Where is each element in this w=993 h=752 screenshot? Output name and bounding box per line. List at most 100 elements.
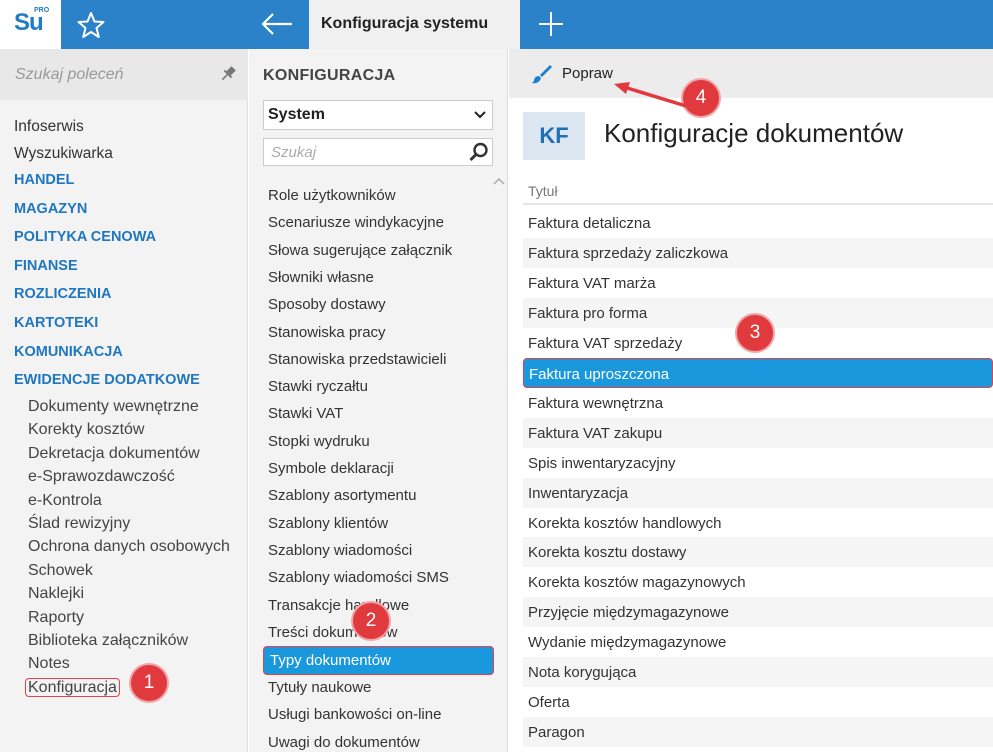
list-item[interactable]: Słowniki własne — [268, 269, 374, 286]
sidebar-item-finanse[interactable]: FINANSE — [14, 258, 78, 274]
sidebar-item-polityka-cenowa[interactable]: POLITYKA CENOWA — [14, 229, 156, 245]
star-icon[interactable] — [76, 10, 106, 40]
app-logo[interactable]: Su PRO — [0, 0, 61, 49]
table-row-selected[interactable]: Faktura uproszczona — [523, 358, 993, 388]
toolbar: Popraw — [509, 49, 993, 98]
table-row[interactable]: Faktura detaliczna — [523, 208, 993, 238]
avatar: KF — [523, 112, 585, 160]
table-row[interactable]: Oferta — [523, 687, 993, 717]
list-item[interactable]: Stopki wydruku — [268, 433, 370, 450]
table-row[interactable]: Faktura VAT marża — [523, 268, 993, 298]
sidebar-item-kartoteki[interactable]: KARTOTEKI — [14, 315, 98, 331]
sidebar-item-wyszukiwarka[interactable]: Wyszukiwarka — [14, 145, 113, 163]
sidebar-item-ewidencje-dodatkowe[interactable]: EWIDENCJE DODATKOWE — [14, 372, 200, 388]
table-row[interactable]: Paragon — [523, 717, 993, 747]
sidebar-subitem[interactable]: Biblioteka załączników — [28, 632, 188, 650]
sidebar-item-magazyn[interactable]: MAGAZYN — [14, 201, 87, 217]
sidebar-subitem[interactable]: Ślad rewizyjny — [28, 515, 130, 533]
search-placeholder: Szukaj — [271, 144, 317, 161]
step-badge-1: 1 — [131, 665, 167, 701]
config-category-select[interactable]: System — [263, 100, 493, 130]
table-row[interactable]: Nota korygująca — [523, 657, 993, 687]
table-cell-tytul: Spis inwentaryzacyjny — [528, 455, 676, 472]
table-row[interactable]: Korekta kosztów handlowych — [523, 508, 993, 538]
page-title: Konfiguracje dokumentów — [604, 118, 904, 148]
brush-icon[interactable] — [531, 63, 553, 85]
list-item[interactable]: Tytuły naukowe — [268, 679, 371, 696]
table-cell-tytul: Nota korygująca — [528, 664, 637, 681]
sidebar-subitem[interactable]: Raporty — [28, 609, 84, 627]
search-icon[interactable] — [468, 141, 490, 163]
table-row[interactable]: Faktura VAT zakupu — [523, 418, 993, 448]
table-cell-tytul: Faktura detaliczna — [528, 215, 651, 232]
sidebar-subitem[interactable]: e-Sprawozdawczość — [28, 468, 175, 486]
command-search-placeholder: Szukaj poleceń — [15, 66, 124, 83]
sidebar-subitem[interactable]: Ochrona danych osobowych — [28, 538, 230, 556]
table-row[interactable]: Faktura wewnętrzna — [523, 388, 993, 418]
table-cell-tytul: Faktura uproszczona — [529, 366, 670, 383]
list-item[interactable]: Słowa sugerujące załącznik — [268, 242, 452, 259]
list-item-label: Typy dokumentów — [270, 652, 391, 669]
table-cell-tytul: Oferta — [528, 694, 570, 711]
table-cell-tytul: Przyjęcie międzymagazynowe — [528, 604, 729, 621]
list-item[interactable]: Szablony wiadomości SMS — [268, 569, 449, 586]
list-item[interactable]: Szablony wiadomości — [268, 542, 412, 559]
table-row[interactable]: Faktura sprzedaży zaliczkowa — [523, 238, 993, 268]
scroll-up-icon[interactable] — [492, 175, 506, 187]
list-item[interactable]: Symbole deklaracji — [268, 460, 394, 477]
plus-icon[interactable] — [536, 9, 566, 39]
list-item[interactable]: Sposoby dostawy — [268, 296, 386, 313]
sidebar-item-infoserwis[interactable]: Infoserwis — [14, 118, 84, 136]
sidebar-subitem[interactable]: e-Kontrola — [28, 492, 102, 510]
sidebar-item-rozliczenia[interactable]: ROZLICZENIA — [14, 286, 111, 302]
list-item[interactable]: Role użytkowników — [268, 187, 396, 204]
list-item[interactable]: Szablony asortymentu — [268, 487, 416, 504]
list-item[interactable]: Scenariusze windykacyjne — [268, 214, 444, 231]
pin-icon[interactable] — [219, 65, 237, 83]
list-item[interactable]: Transakcje handlowe — [268, 597, 409, 614]
table-row[interactable]: Inwentaryzacja — [523, 478, 993, 508]
sidebar-item-handel[interactable]: HANDEL — [14, 172, 74, 188]
table-cell-tytul: Paragon — [528, 724, 585, 741]
list-item[interactable]: Usługi bankowości on-line — [268, 706, 441, 723]
sidebar-subitem[interactable]: Korekty kosztów — [28, 421, 144, 439]
table-cell-tytul: Faktura pro forma — [528, 305, 648, 322]
table-cell-tytul: Faktura wewnętrzna — [528, 395, 664, 412]
list-item[interactable]: Stawki VAT — [268, 405, 343, 422]
table-cell-tytul: Korekta kosztów magazynowych — [528, 574, 746, 591]
table-cell-tytul: Faktura sprzedaży zaliczkowa — [528, 245, 729, 262]
list-item[interactable]: Szablony klientów — [268, 515, 388, 532]
tab-label: Konfiguracja systemu — [321, 15, 489, 32]
tab-konfiguracja-systemu[interactable]: Konfiguracja systemu — [309, 0, 520, 49]
table-row[interactable]: Korekta kosztu dostawy — [523, 537, 993, 567]
table-cell-tytul: Faktura VAT marża — [528, 275, 656, 292]
edit-button[interactable]: Popraw — [562, 65, 613, 82]
table-cell-tytul: Faktura VAT zakupu — [528, 425, 663, 442]
sidebar-subitem[interactable]: Konfiguracja — [25, 678, 120, 697]
list-item[interactable]: Stanowiska przedstawicieli — [268, 351, 446, 368]
table-row[interactable]: Korekta kosztów magazynowych — [523, 567, 993, 597]
column-header-label: Tytuł — [528, 183, 558, 199]
sidebar-item-komunikacja[interactable]: KOMUNIKACJA — [14, 344, 123, 360]
list-item[interactable]: Stawki ryczałtu — [268, 378, 368, 395]
table-row[interactable]: Przyjęcie międzymagazynowe — [523, 597, 993, 627]
step-badge-3: 3 — [737, 315, 773, 351]
sidebar-subitem[interactable]: Schowek — [28, 562, 93, 580]
config-search-input[interactable]: Szukaj — [263, 138, 493, 166]
column-header-tytul[interactable]: Tytuł — [523, 175, 993, 205]
list-item[interactable]: Stanowiska pracy — [268, 324, 386, 341]
command-search[interactable]: Szukaj poleceń — [0, 49, 248, 100]
table-row[interactable]: Spis inwentaryzacyjny — [523, 448, 993, 478]
list-item[interactable]: Uwagi do dokumentów — [268, 734, 420, 751]
table-cell-tytul: Faktura VAT sprzedaży — [528, 335, 683, 352]
list-item-selected[interactable]: Typy dokumentów — [263, 646, 494, 675]
sidebar-subitem[interactable]: Dekretacja dokumentów — [28, 445, 200, 463]
sidebar-subitem[interactable]: Dokumenty wewnętrzne — [28, 398, 199, 416]
chevron-down-icon — [474, 111, 486, 119]
back-arrow-icon[interactable] — [258, 8, 298, 40]
main-content: Popraw KF Konfiguracje dokumentów Tytuł … — [509, 49, 993, 752]
sidebar-subitem[interactable]: Naklejki — [28, 585, 84, 603]
step-badge-2: 2 — [353, 603, 389, 639]
table-row[interactable]: Wydanie międzymagazynowe — [523, 627, 993, 657]
sidebar-subitem[interactable]: Notes — [28, 655, 70, 673]
